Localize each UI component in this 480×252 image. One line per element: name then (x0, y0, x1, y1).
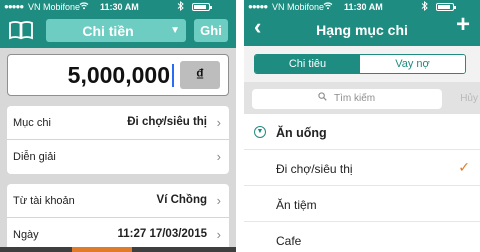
status-bar: ●●●●● VN Mobifone 11:30 AM (0, 0, 236, 14)
text-cursor (172, 64, 174, 87)
transaction-type-select[interactable]: Chi tiền ▼ (46, 19, 186, 42)
caret-down-icon: ▼ (170, 25, 180, 36)
bluetooth-icon (421, 0, 428, 13)
book-icon[interactable] (8, 20, 34, 40)
amount-field[interactable]: 5,000,000 ₫ (7, 54, 229, 96)
item-label: Ăn tiệm (276, 198, 317, 212)
currency-button[interactable]: ₫ (180, 61, 220, 89)
field-label: Từ tài khoản (13, 195, 75, 207)
list-item[interactable]: Đi chợ/siêu thị ✓ (244, 150, 480, 186)
signal-icon: ●●●●● (4, 2, 24, 11)
wifi-icon (323, 1, 333, 12)
category-group-header[interactable]: ▼ Ăn uống (244, 114, 480, 150)
field-label: Mục chi (13, 117, 51, 129)
collapse-icon: ▼ (254, 126, 266, 138)
transaction-type-label: Chi tiền (82, 23, 134, 39)
checkmark-icon: ✓ (458, 159, 470, 175)
bottom-toolbar (0, 247, 236, 252)
group-label: Ăn uống (276, 126, 327, 140)
battery-icon (192, 3, 212, 11)
from-account-row[interactable]: Từ tài khoản Ví Chồng › (7, 184, 229, 218)
item-label: Cafe (276, 234, 302, 248)
item-label: Đi chợ/siêu thị (276, 162, 353, 176)
search-bar: Tìm kiếm Hủy (244, 82, 480, 114)
wifi-icon (79, 1, 89, 12)
toolbar-highlight (72, 247, 132, 252)
chevron-right-icon: › (216, 193, 221, 208)
clock: 11:30 AM (344, 2, 383, 12)
carrier-name: VN Mobifone (272, 2, 325, 12)
battery-icon (436, 3, 456, 11)
page-title: Hạng mục chi (316, 22, 408, 38)
field-value: Đi chợ/siêu thị (127, 116, 207, 128)
chevron-right-icon: › (216, 227, 221, 242)
add-icon[interactable]: + (456, 13, 470, 37)
search-input[interactable]: Tìm kiếm (252, 89, 442, 109)
list-item[interactable]: Ăn tiệm (244, 186, 480, 222)
carrier-name: VN Mobifone (28, 2, 81, 12)
tab-chi-tieu[interactable]: Chi tiêu (255, 55, 360, 73)
expense-category-row[interactable]: Mục chi Đi chợ/siêu thị › (7, 106, 229, 140)
chevron-right-icon: › (216, 115, 221, 130)
bluetooth-icon (177, 0, 184, 13)
list-item[interactable]: Cafe (244, 222, 480, 252)
field-value: 11:27 17/03/2015 (117, 228, 207, 240)
divider (236, 0, 244, 252)
header-bar: ●●●●● VN Mobifone 11:30 AM ‹ Hạng mục ch… (244, 0, 480, 46)
segmented-control: Chi tiêu Vay nợ (254, 54, 466, 74)
field-label: Ngày (13, 229, 39, 241)
save-button[interactable]: Ghi (194, 19, 228, 42)
cancel-button[interactable]: Hủy (460, 93, 478, 104)
signal-icon: ●●●●● (248, 2, 268, 11)
clock: 11:30 AM (100, 2, 139, 12)
tab-vay-no[interactable]: Vay nợ (360, 55, 465, 73)
status-bar: ●●●●● VN Mobifone 11:30 AM (244, 0, 480, 14)
field-value: Ví Chồng (156, 194, 207, 206)
expense-category-screen: ●●●●● VN Mobifone 11:30 AM ‹ Hạng mục ch… (244, 0, 480, 252)
field-label: Diễn giải (13, 151, 56, 163)
segment-bar: Chi tiêu Vay nợ (244, 46, 480, 82)
add-expense-screen: ●●●●● VN Mobifone 11:30 AM Chi tiền ▼ Gh… (0, 0, 236, 252)
header-bar: ●●●●● VN Mobifone 11:30 AM Chi tiền ▼ Gh… (0, 0, 236, 48)
description-row[interactable]: Diễn giải › (7, 140, 229, 174)
chevron-right-icon: › (216, 149, 221, 164)
search-placeholder: Tìm kiếm (334, 93, 376, 104)
amount-value: 5,000,000 (67, 62, 170, 88)
search-icon (318, 92, 327, 104)
